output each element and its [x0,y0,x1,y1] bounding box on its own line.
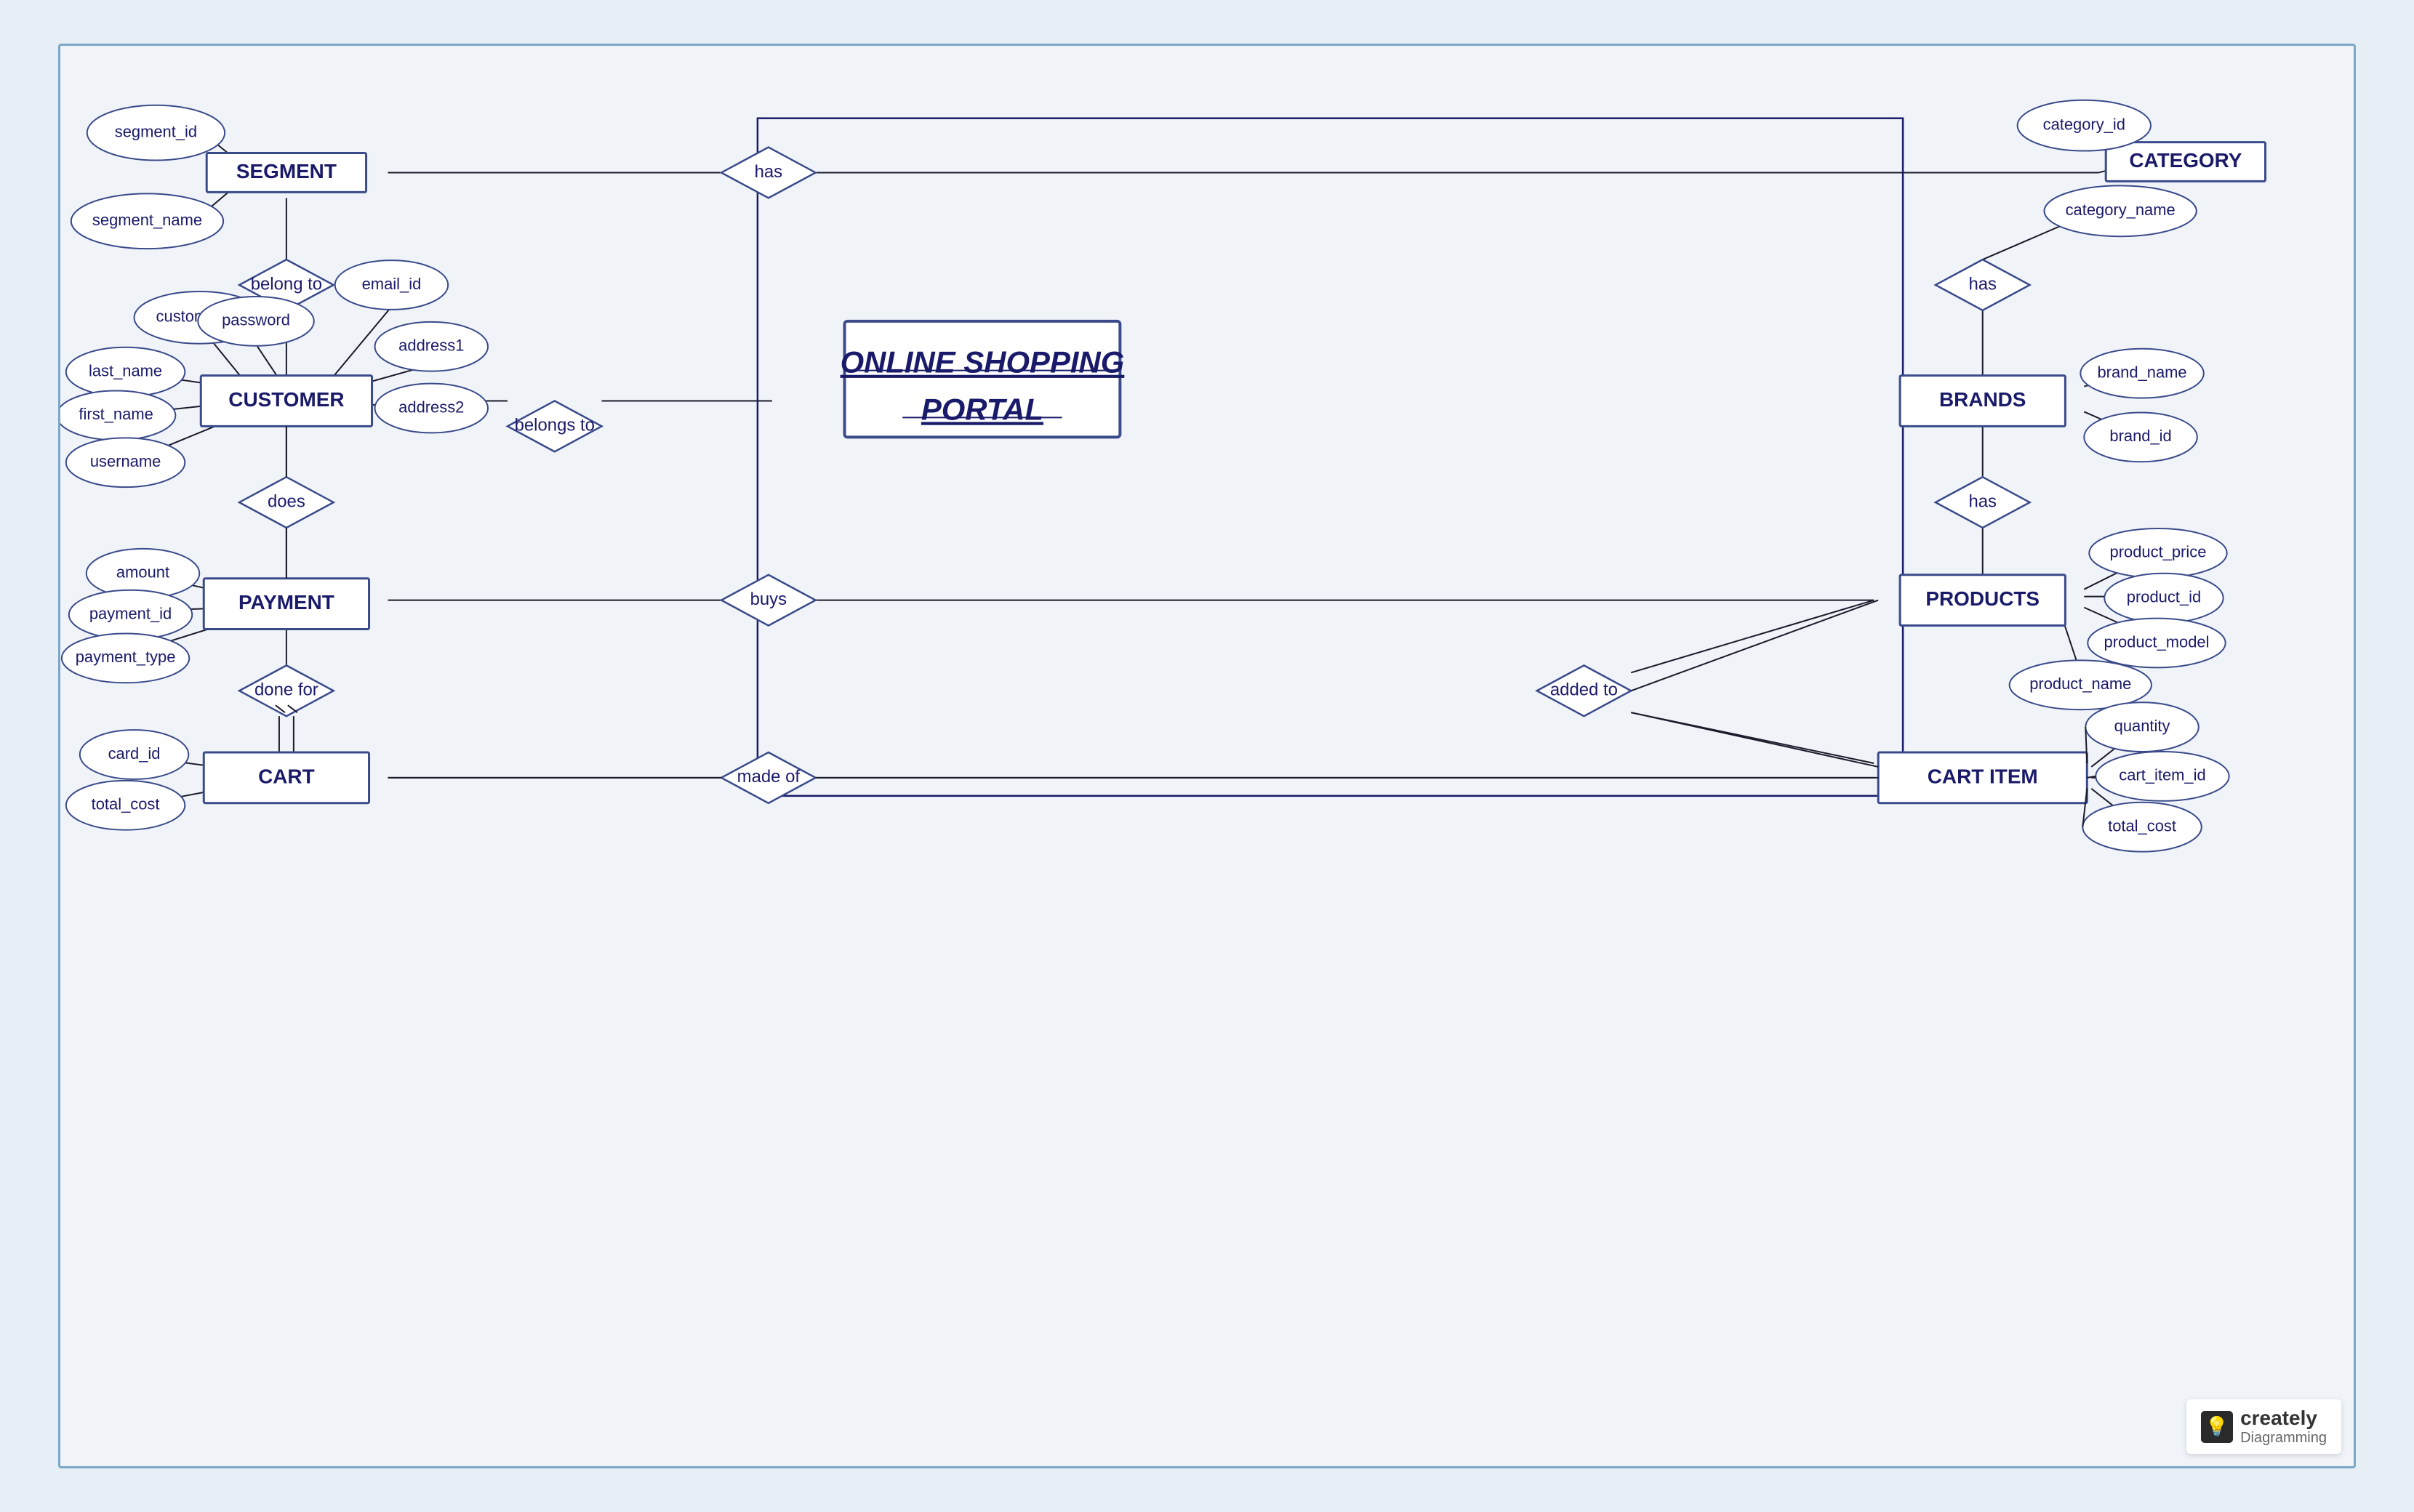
segment-label: SEGMENT [236,160,337,182]
svg-text:address1: address1 [398,337,464,355]
svg-text:PRODUCTS: PRODUCTS [1925,587,2040,610]
svg-text:quantity: quantity [2114,717,2170,735]
svg-text:done for: done for [254,680,318,700]
svg-text:email_id: email_id [362,275,422,293]
customer-label: CUSTOMER [228,388,344,411]
svg-text:category_name: category_name [2066,201,2176,219]
svg-text:card_id: card_id [108,744,161,763]
svg-text:has: has [1968,274,1997,294]
svg-text:BRANDS: BRANDS [1939,388,2026,411]
svg-text:has: has [755,162,783,182]
segment-id-text: segment_id [115,122,197,140]
svg-text:first_name: first_name [79,405,153,423]
svg-text:added to: added to [1550,680,1618,700]
svg-text:password: password [222,311,290,329]
diagram-container: ONLINE SHOPPING PORTAL SEGMENT segment_i… [58,44,2356,1468]
svg-text:last_name: last_name [89,361,162,379]
creately-name: creately [2240,1407,2327,1430]
svg-text:amount: amount [116,563,169,582]
svg-text:brand_name: brand_name [2097,363,2186,381]
svg-text:has: has [1968,491,1997,511]
svg-text:category_id: category_id [2043,115,2125,133]
logo-text: creately Diagramming [2240,1407,2327,1447]
segment-name-text: segment_name [92,211,202,229]
svg-text:CART ITEM: CART ITEM [1928,765,2038,787]
svg-text:ONLINE SHOPPING: ONLINE SHOPPING [841,345,1125,379]
svg-text:product_name: product_name [2029,675,2131,693]
svg-text:payment_id: payment_id [89,604,172,622]
svg-text:buys: buys [750,590,787,609]
svg-text:address2: address2 [398,398,464,416]
belong-to-label: belong to [251,274,322,294]
svg-text:does: does [268,491,305,511]
svg-text:PAYMENT: PAYMENT [238,591,334,614]
svg-text:payment_type: payment_type [76,648,176,666]
svg-text:cart_item_id: cart_item_id [2119,766,2205,784]
svg-text:total_cost: total_cost [92,795,160,813]
svg-text:brand_id: brand_id [2109,427,2171,445]
svg-text:CATEGORY: CATEGORY [2129,149,2242,172]
svg-text:belongs to: belongs to [515,416,595,435]
svg-text:product_model: product_model [2104,632,2209,651]
creately-logo: 💡 creately Diagramming [2186,1399,2341,1454]
creately-tagline: Diagramming [2240,1430,2327,1447]
svg-text:product_price: product_price [2110,543,2207,561]
svg-text:CART: CART [258,765,315,787]
svg-text:PORTAL: PORTAL [921,393,1043,427]
logo-icon: 💡 [2201,1411,2233,1443]
svg-text:total_cost: total_cost [2108,816,2176,835]
svg-text:made of: made of [737,767,801,787]
svg-text:product_id: product_id [2127,587,2201,606]
svg-text:username: username [90,452,161,470]
